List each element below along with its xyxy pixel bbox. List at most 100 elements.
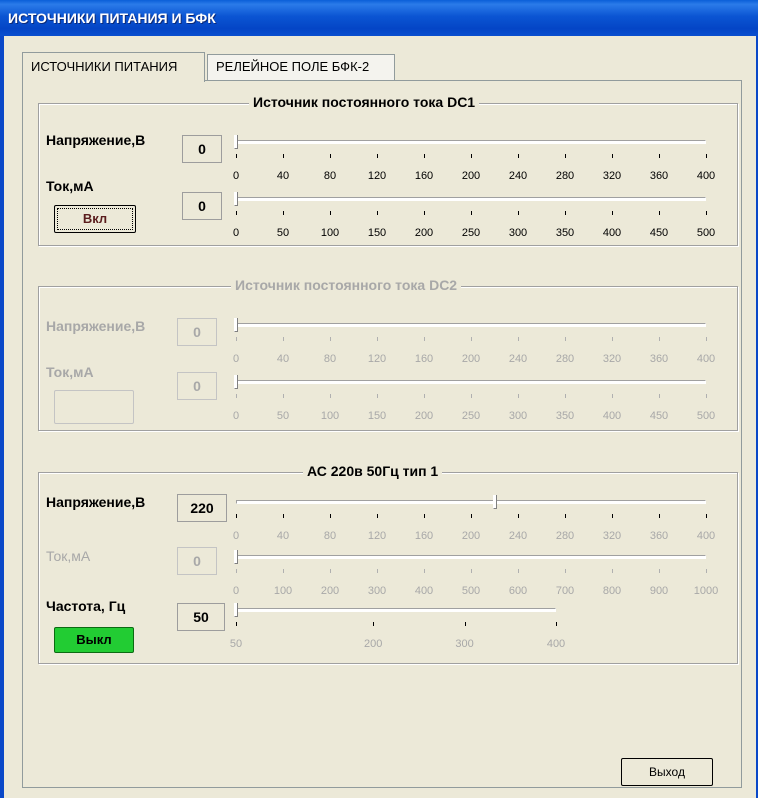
slider-tick-label: 0 [232,227,240,239]
slider-tick [377,514,378,518]
slider-tick-label: 0 [232,353,240,365]
slider-tick [377,394,378,398]
dc2-voltage-label: Напряжение,В [46,318,146,334]
slider-tick-label: 300 [455,638,474,650]
slider-track [236,323,706,327]
group-dc2-title: Источник постоянного тока DC2 [231,277,462,293]
slider-tick [424,337,425,341]
dc2-voltage-value: 0 [177,318,217,346]
window-frame-left [0,36,4,798]
slider-track [236,555,706,559]
slider-tick [424,569,425,573]
slider-tick-label: 400 [696,353,716,365]
slider-tick [612,569,613,573]
slider-tick [706,394,707,398]
exit-button[interactable]: Выход [621,758,713,786]
slider-tick [236,154,237,158]
ac-current-value: 0 [177,547,217,575]
slider-tick [565,211,566,215]
slider-tick [518,211,519,215]
ac-voltage-value[interactable]: 220 [177,494,227,522]
slider-tick [424,154,425,158]
slider-tick [706,337,707,341]
tab-power-sources[interactable]: ИСТОЧНИКИ ПИТАНИЯ [22,52,205,82]
dc2-current-value: 0 [177,372,217,400]
slider-tick-label: 280 [555,530,575,542]
slider-thumb[interactable] [234,603,238,617]
slider-tick-label: 150 [367,410,387,422]
slider-tick-label: 300 [508,227,528,239]
slider-tick-label: 50 [276,410,290,422]
dc1-voltage-value[interactable]: 0 [182,135,222,163]
slider-tick [373,622,375,626]
slider-tick-label: 600 [508,585,528,597]
slider-tick-label: 50 [229,638,243,650]
slider-tick-label: 240 [508,353,528,365]
slider-tick [612,211,613,215]
slider-thumb[interactable] [234,192,238,206]
slider-tick [471,337,472,341]
tab-relay-field[interactable]: РЕЛЕЙНОЕ ПОЛЕ БФК-2 [207,54,395,80]
slider-tick-label: 350 [555,410,575,422]
slider-tick-label: 400 [602,227,622,239]
slider-thumb[interactable] [234,135,238,149]
dc2-on-button[interactable] [54,390,134,424]
slider-tick [330,211,331,215]
slider-tick [236,569,237,573]
slider-tick [283,569,284,573]
slider-tick-label: 300 [367,585,387,597]
slider-tick-label: 250 [461,227,481,239]
slider-tick-label: 360 [649,353,669,365]
slider-thumb[interactable] [492,495,497,509]
slider-tick [330,154,331,158]
slider-tick [518,514,519,518]
slider-tick-label: 450 [649,227,669,239]
slider-tick [518,337,519,341]
ac-off-button[interactable]: Выкл [54,627,134,653]
slider-tick [565,337,566,341]
slider-tick [471,569,472,573]
slider-tick-label: 800 [602,585,622,597]
slider-tick-label: 200 [414,227,434,239]
slider-tick-label: 120 [367,170,387,182]
slider-tick [471,211,472,215]
slider-tick-label: 700 [555,585,575,597]
slider-tick [612,514,613,518]
dc1-on-button[interactable]: Вкл [54,205,136,233]
slider-tick-label: 80 [323,353,337,365]
slider-thumb [234,375,238,389]
slider-tick [377,337,378,341]
slider-tick [424,394,425,398]
slider-tick [565,514,566,518]
slider-tick-label: 400 [696,170,716,182]
slider-tick [565,394,566,398]
slider-tick [659,211,660,215]
slider-tick-label: 0 [232,410,240,422]
dc1-current-value[interactable]: 0 [182,192,222,220]
slider-tick [283,211,284,215]
ac-frequency-value[interactable]: 50 [177,603,225,631]
slider-tick [612,154,613,158]
group-dc1: Источник постоянного тока DC1 [38,94,738,246]
slider-tick-label: 200 [461,530,481,542]
slider-tick-label: 400 [602,410,622,422]
slider-tick [659,569,660,573]
dc1-current-label: Ток,мА [46,178,94,194]
window-titlebar[interactable]: ИСТОЧНИКИ ПИТАНИЯ И БФК [0,0,758,36]
slider-tick-label: 500 [696,227,716,239]
slider-tick-label: 100 [273,585,293,597]
slider-tick-label: 280 [555,353,575,365]
dc1-voltage-label: Напряжение,В [46,132,146,148]
slider-tick-label: 360 [649,170,669,182]
slider-tick [377,211,378,215]
slider-tick-label: 1000 [693,585,719,597]
slider-tick-label: 450 [649,410,669,422]
slider-tick [659,337,660,341]
slider-thumb [234,550,238,564]
slider-tick-label: 80 [323,170,337,182]
slider-tick [236,622,237,626]
slider-tick-label: 0 [232,170,240,182]
slider-track [236,380,706,384]
slider-tick-label: 360 [649,530,669,542]
slider-tick [471,394,472,398]
